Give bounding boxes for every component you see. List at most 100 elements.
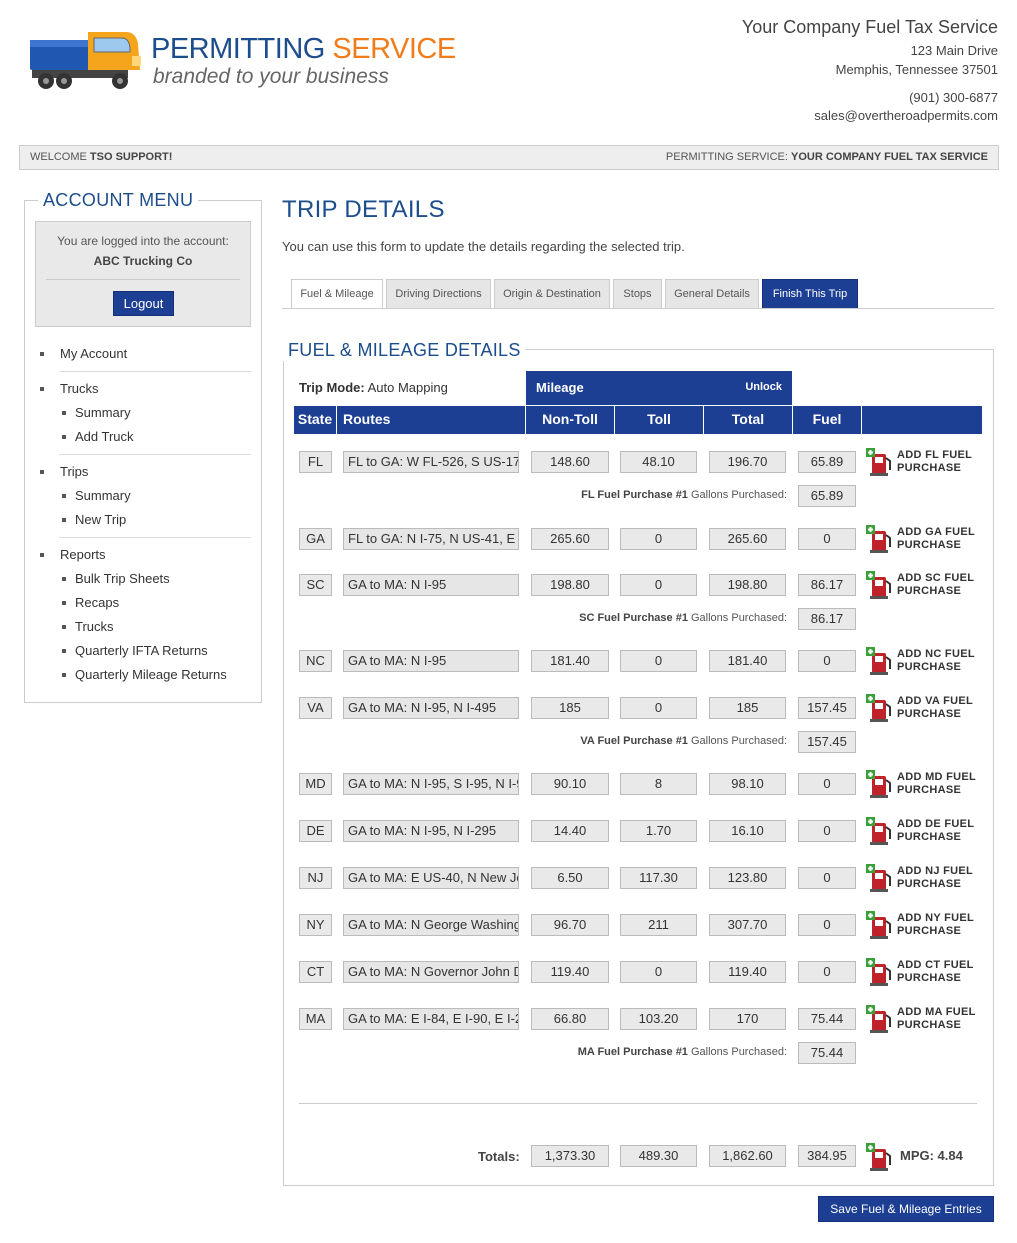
menu-reports[interactable]: Reports	[60, 547, 106, 562]
total-field: 198.80	[709, 574, 786, 596]
toll-field[interactable]: 0	[620, 574, 697, 596]
nontoll-field[interactable]: 96.70	[531, 914, 609, 936]
nontoll-field[interactable]: 66.80	[531, 1008, 609, 1030]
gallons-purchased-field[interactable]: 86.17	[798, 608, 856, 630]
company-phone: (901) 300-6877	[909, 90, 998, 105]
add-de-fuel-purchase-button[interactable]: ADD DE FUEL PURCHASE	[866, 817, 986, 847]
add-fuel-label: ADD SC FUEL PURCHASE	[897, 572, 975, 597]
route-field[interactable]: GA to MA: N I-95	[343, 650, 519, 672]
toll-field[interactable]: 117.30	[620, 867, 697, 889]
section-title: FUEL & MILEAGE DETAILS	[283, 340, 526, 361]
nontoll-field[interactable]: 119.40	[531, 961, 609, 983]
tab-driving-directions[interactable]: Driving Directions	[386, 279, 491, 309]
fuel-purchase-label: VA Fuel Purchase #1 Gallons Purchased:	[580, 735, 787, 747]
route-field[interactable]: FL to GA: N I-75, N US-41, E US	[343, 528, 519, 550]
toll-field[interactable]: 0	[620, 650, 697, 672]
route-field[interactable]: FL to GA: W FL-526, S US-17, W	[343, 451, 519, 473]
menu-trucks-summary[interactable]: Summary	[75, 405, 131, 420]
totals-label: Totals:	[478, 1149, 520, 1164]
col-toll: Toll	[615, 406, 704, 434]
total-field: 16.10	[709, 820, 786, 842]
menu-my-account[interactable]: My Account	[60, 346, 127, 361]
nontoll-field[interactable]: 6.50	[531, 867, 609, 889]
fuel-field: 0	[798, 650, 856, 672]
gallons-purchased-field[interactable]: 157.45	[798, 731, 856, 753]
add-nc-fuel-purchase-button[interactable]: ADD NC FUEL PURCHASE	[866, 647, 986, 677]
menu-recaps[interactable]: Recaps	[75, 595, 119, 610]
logout-button[interactable]: Logout	[113, 291, 174, 316]
gallons-purchased-field[interactable]: 75.44	[798, 1042, 856, 1064]
add-ct-fuel-purchase-button[interactable]: ADD CT FUEL PURCHASE	[866, 958, 986, 988]
tab-general-details[interactable]: General Details	[665, 279, 759, 309]
route-field[interactable]: GA to MA: E US-40, N New Jers	[343, 867, 519, 889]
brand-tagline: branded to your business	[153, 65, 389, 88]
route-field[interactable]: GA to MA: N I-95, S I-95, N I-95	[343, 773, 519, 795]
menu-quarterly-ifta[interactable]: Quarterly IFTA Returns	[75, 643, 208, 658]
add-sc-fuel-purchase-button[interactable]: ADD SC FUEL PURCHASE	[866, 571, 986, 601]
toll-field[interactable]: 48.10	[620, 451, 697, 473]
tab-origin-destination[interactable]: Origin & Destination	[494, 279, 610, 309]
menu-reports-trucks[interactable]: Trucks	[75, 619, 114, 634]
menu-trips[interactable]: Trips	[60, 464, 88, 479]
route-field[interactable]: GA to MA: N Governor John Da	[343, 961, 519, 983]
menu-new-trip[interactable]: New Trip	[75, 512, 126, 527]
toll-field[interactable]: 0	[620, 528, 697, 550]
toll-field[interactable]: 0	[620, 697, 697, 719]
service-text: PERMITTING SERVICE: YOUR COMPANY FUEL TA…	[665, 151, 988, 163]
total-field: 185	[709, 697, 786, 719]
nontoll-field[interactable]: 181.40	[531, 650, 609, 672]
fuel-pump-icon	[866, 647, 891, 675]
nontoll-field[interactable]: 185	[531, 697, 609, 719]
route-field[interactable]: GA to MA: N George Washingto	[343, 914, 519, 936]
nontoll-field[interactable]: 90.10	[531, 773, 609, 795]
col-routes: Routes	[337, 406, 526, 434]
state-cell: FL	[299, 451, 332, 473]
fuel-field: 0	[798, 961, 856, 983]
company-email[interactable]: sales@overtheroadpermits.com	[814, 108, 998, 123]
toll-field[interactable]: 8	[620, 773, 697, 795]
nontoll-field[interactable]: 265.60	[531, 528, 609, 550]
menu-trucks[interactable]: Trucks	[60, 381, 99, 396]
add-fuel-label: ADD CT FUEL PURCHASE	[897, 959, 974, 984]
nontoll-field[interactable]: 148.60	[531, 451, 609, 473]
toll-field[interactable]: 1.70	[620, 820, 697, 842]
logged-in-text: You are logged into the account:	[57, 234, 229, 248]
menu-trips-summary[interactable]: Summary	[75, 488, 131, 503]
add-nj-fuel-purchase-button[interactable]: ADD NJ FUEL PURCHASE	[866, 864, 986, 894]
add-fuel-label: ADD FL FUEL PURCHASE	[897, 449, 973, 474]
account-menu-title: ACCOUNT MENU	[38, 190, 199, 211]
nontoll-field[interactable]: 14.40	[531, 820, 609, 842]
add-fl-fuel-purchase-button[interactable]: ADD FL FUEL PURCHASE	[866, 448, 986, 478]
total-field: 170	[709, 1008, 786, 1030]
route-field[interactable]: GA to MA: N I-95	[343, 574, 519, 596]
menu-add-truck[interactable]: Add Truck	[75, 429, 134, 444]
mpg-value: MPG: 4.84	[900, 1148, 963, 1163]
col-total: Total	[704, 406, 793, 434]
total-field: 98.10	[709, 773, 786, 795]
company-name: Your Company Fuel Tax Service	[741, 17, 998, 37]
menu-bulk-trip-sheets[interactable]: Bulk Trip Sheets	[75, 571, 170, 586]
route-field[interactable]: GA to MA: N I-95, N I-295	[343, 820, 519, 842]
nontoll-field[interactable]: 198.80	[531, 574, 609, 596]
route-field[interactable]: GA to MA: N I-95, N I-495	[343, 697, 519, 719]
welcome-text: WELCOME TSO SUPPORT!	[30, 151, 173, 163]
col-fuel: Fuel	[793, 406, 862, 434]
menu-quarterly-mileage[interactable]: Quarterly Mileage Returns	[75, 667, 227, 682]
unlock-link[interactable]: Unlock	[745, 371, 782, 404]
add-ma-fuel-purchase-button[interactable]: ADD MA FUEL PURCHASE	[866, 1005, 986, 1035]
route-field[interactable]: GA to MA: E I-84, E I-90, E I-290	[343, 1008, 519, 1030]
fuel-field: 0	[798, 867, 856, 889]
save-fuel-mileage-button[interactable]: Save Fuel & Mileage Entries	[818, 1196, 994, 1222]
tab-finish-trip[interactable]: Finish This Trip	[762, 279, 858, 309]
add-md-fuel-purchase-button[interactable]: ADD MD FUEL PURCHASE	[866, 770, 986, 800]
toll-field[interactable]: 0	[620, 961, 697, 983]
add-fuel-label: ADD NC FUEL PURCHASE	[897, 648, 975, 673]
tab-stops[interactable]: Stops	[613, 279, 662, 309]
toll-field[interactable]: 103.20	[620, 1008, 697, 1030]
add-va-fuel-purchase-button[interactable]: ADD VA FUEL PURCHASE	[866, 694, 986, 724]
gallons-purchased-field[interactable]: 65.89	[798, 485, 856, 507]
add-ny-fuel-purchase-button[interactable]: ADD NY FUEL PURCHASE	[866, 911, 986, 941]
add-ga-fuel-purchase-button[interactable]: ADD GA FUEL PURCHASE	[866, 525, 986, 555]
toll-field[interactable]: 211	[620, 914, 697, 936]
tab-fuel-mileage[interactable]: Fuel & Mileage	[291, 279, 383, 309]
